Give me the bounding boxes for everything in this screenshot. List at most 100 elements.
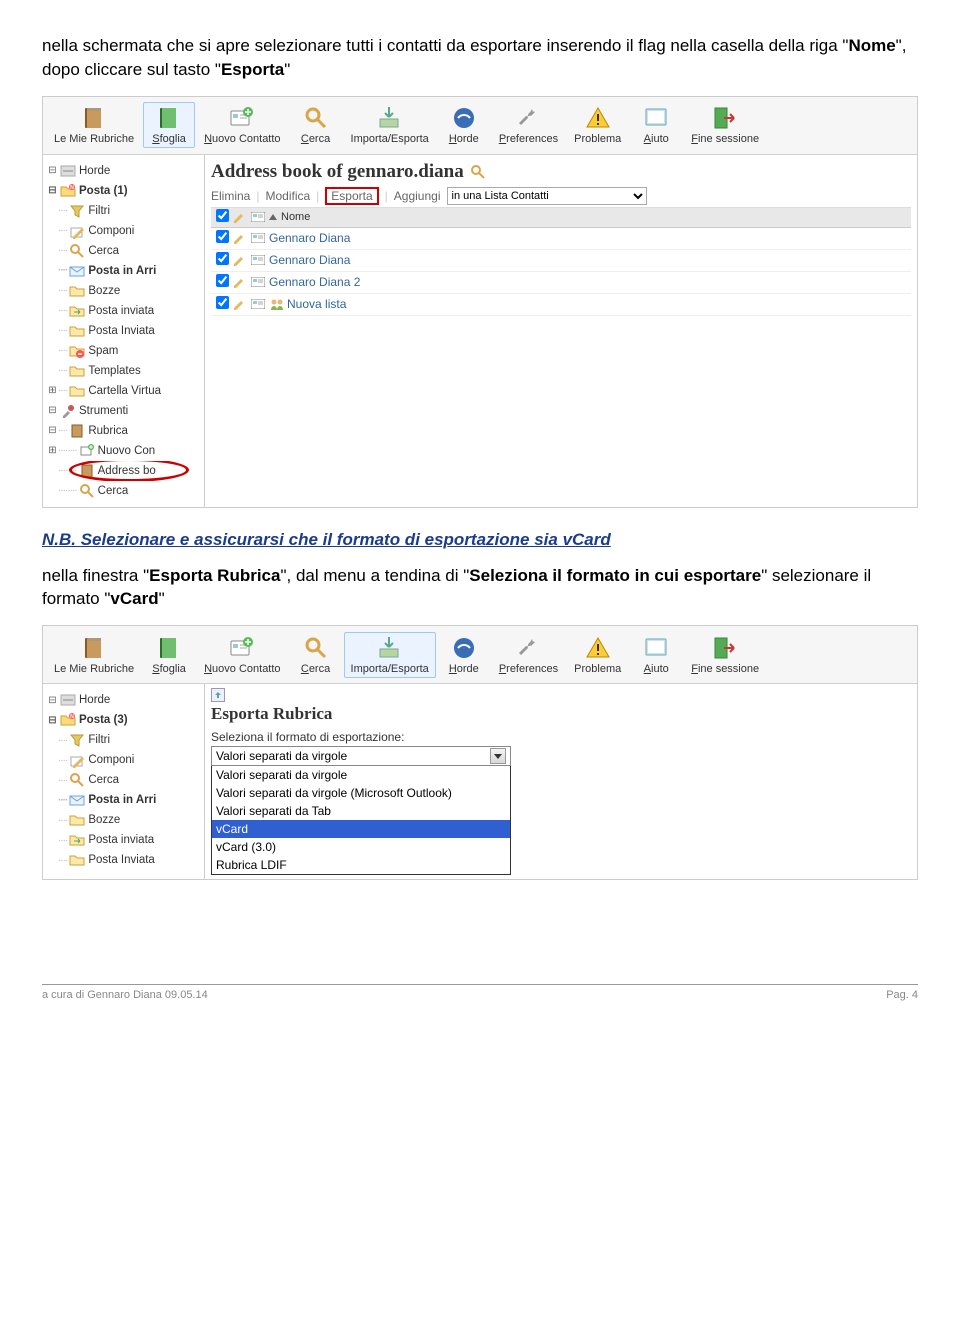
contact-name: Gennaro Diana xyxy=(269,231,350,245)
tree-item-posta-1-[interactable]: ⊟NPosta (1) xyxy=(45,181,204,201)
minus-icon[interactable]: ⊟ xyxy=(47,425,58,436)
magnifier-icon xyxy=(303,105,329,131)
horde-sm-icon xyxy=(60,163,76,179)
tree-spacer xyxy=(47,345,58,356)
collapse-icon[interactable] xyxy=(211,688,225,702)
plus-icon[interactable]: ⊞ xyxy=(47,385,58,396)
table-row[interactable]: Gennaro Diana 2 xyxy=(211,272,911,294)
edit-icon[interactable] xyxy=(233,254,251,266)
tree-item-posta-in-arri[interactable]: ····Posta in Arri xyxy=(45,790,204,810)
tree-item-posta-inviata[interactable]: ····Posta Inviata xyxy=(45,850,204,870)
toolbar-sfoglia[interactable]: Sfoglia xyxy=(143,102,195,148)
minus-icon[interactable]: ⊟ xyxy=(47,165,58,176)
horde-sm-icon xyxy=(60,692,76,708)
tree-item-filtri[interactable]: ····Filtri xyxy=(45,201,204,221)
toolbar-cerca[interactable]: Cerca xyxy=(290,632,342,678)
tree-item-cerca[interactable]: ········Cerca xyxy=(45,481,204,501)
exit-icon xyxy=(712,105,738,131)
tree-item-posta-inviata[interactable]: ····Posta inviata xyxy=(45,301,204,321)
folder-tree: ⊟Horde⊟NPosta (1) ····Filtri ····Componi… xyxy=(43,155,205,507)
toolbar-preferences[interactable]: Preferences xyxy=(492,102,565,148)
tree-item-templates[interactable]: ····Templates xyxy=(45,361,204,381)
table-row[interactable]: Gennaro Diana xyxy=(211,250,911,272)
table-row[interactable]: Gennaro Diana xyxy=(211,228,911,250)
vcard-icon[interactable] xyxy=(251,255,269,265)
toolbar-horde[interactable]: Horde xyxy=(438,632,490,678)
dropdown-button[interactable] xyxy=(490,748,506,764)
folder-icon xyxy=(69,283,85,299)
minus-icon[interactable]: ⊟ xyxy=(47,715,58,726)
delete-link[interactable]: Elimina xyxy=(211,189,250,203)
dropdown-option[interactable]: Rubrica LDIF xyxy=(212,856,510,874)
row-checkbox[interactable] xyxy=(216,296,229,309)
tree-item-posta-3-[interactable]: ⊟NPosta (3) xyxy=(45,710,204,730)
toolbar-aiuto[interactable]: Aiuto xyxy=(630,632,682,678)
tree-item-cerca[interactable]: ····Cerca xyxy=(45,241,204,261)
toolbar-aiuto[interactable]: Aiuto xyxy=(630,102,682,148)
tree-item-filtri[interactable]: ····Filtri xyxy=(45,730,204,750)
dropdown-option[interactable]: Valori separati da Tab xyxy=(212,802,510,820)
tree-item-componi[interactable]: ····Componi xyxy=(45,221,204,241)
toolbar-sfoglia[interactable]: Sfoglia xyxy=(143,632,195,678)
row-checkbox[interactable] xyxy=(216,252,229,265)
dropdown-option[interactable]: Valori separati da virgole xyxy=(212,766,510,784)
toolbar-nuovo-contatto[interactable]: Nuovo Contatto xyxy=(197,632,287,678)
name-column-label[interactable]: Nome xyxy=(281,211,310,223)
row-checkbox[interactable] xyxy=(216,274,229,287)
minus-icon[interactable]: ⊟ xyxy=(47,695,58,706)
edit-icon[interactable] xyxy=(233,276,251,288)
tree-item-posta-in-arri[interactable]: ····Posta in Arri xyxy=(45,261,204,281)
tree-item-posta-inviata[interactable]: ····Posta Inviata xyxy=(45,321,204,341)
toolbar-fine-sessione[interactable]: Fine sessione xyxy=(684,632,766,678)
toolbar-problema[interactable]: Problema xyxy=(567,102,628,148)
tree-item-cartella-virtua[interactable]: ⊞····Cartella Virtua xyxy=(45,381,204,401)
add-link[interactable]: Aggiungi xyxy=(394,189,441,203)
edit-link[interactable]: Modifica xyxy=(265,189,310,203)
contact-list-select[interactable]: in una Lista Contatti xyxy=(447,187,647,205)
tree-item-horde[interactable]: ⊟Horde xyxy=(45,690,204,710)
toolbar-le-mie-rubriche[interactable]: Le Mie Rubriche xyxy=(47,632,141,678)
tree-item-label: Filtri xyxy=(88,205,110,217)
tree-item-label: Cartella Virtua xyxy=(88,385,161,397)
tree-item-address-bo[interactable]: ········Address bo xyxy=(45,461,204,481)
toolbar-fine-sessione[interactable]: Fine sessione xyxy=(684,102,766,148)
minus-icon[interactable]: ⊟ xyxy=(47,405,58,416)
vcard-icon[interactable] xyxy=(251,277,269,287)
tree-item-bozze[interactable]: ····Bozze xyxy=(45,281,204,301)
toolbar-cerca[interactable]: Cerca xyxy=(290,102,342,148)
toolbar-horde[interactable]: Horde xyxy=(438,102,490,148)
screenshot-address-book: Le Mie RubricheSfogliaNuovo ContattoCerc… xyxy=(42,96,918,508)
toolbar-problema[interactable]: Problema xyxy=(567,632,628,678)
tree-item-rubrica[interactable]: ⊟····Rubrica xyxy=(45,421,204,441)
tree-item-nuovo-con[interactable]: ⊞········Nuovo Con xyxy=(45,441,204,461)
tree-item-spam[interactable]: ····Spam xyxy=(45,341,204,361)
export-link[interactable]: Esporta xyxy=(325,187,378,205)
minus-icon[interactable]: ⊟ xyxy=(47,185,58,196)
plus-icon[interactable]: ⊞ xyxy=(47,445,58,456)
tree-item-cerca[interactable]: ····Cerca xyxy=(45,770,204,790)
dropdown-option[interactable]: Valori separati da virgole (Microsoft Ou… xyxy=(212,784,510,802)
tree-item-horde[interactable]: ⊟Horde xyxy=(45,161,204,181)
export-format-dropdown[interactable]: Valori separati da virgole Valori separa… xyxy=(211,746,511,875)
toolbar-nuovo-contatto[interactable]: Nuovo Contatto xyxy=(197,102,287,148)
toolbar-preferences[interactable]: Preferences xyxy=(492,632,565,678)
row-checkbox[interactable] xyxy=(216,230,229,243)
tree-item-strumenti[interactable]: ⊟Strumenti xyxy=(45,401,204,421)
edit-icon[interactable] xyxy=(233,298,251,310)
edit-icon[interactable] xyxy=(233,232,251,244)
toolbar-le-mie-rubriche[interactable]: Le Mie Rubriche xyxy=(47,102,141,148)
tree-item-componi[interactable]: ····Componi xyxy=(45,750,204,770)
footer-credit: a cura di Gennaro Diana 09.05.14 xyxy=(42,989,208,1001)
vcard-icon[interactable] xyxy=(251,299,269,309)
toolbar-importa-esporta[interactable]: Importa/Esporta xyxy=(344,632,436,678)
select-all-checkbox[interactable] xyxy=(216,209,229,222)
tree-item-posta-inviata[interactable]: ····Posta inviata xyxy=(45,830,204,850)
tree-item-bozze[interactable]: ····Bozze xyxy=(45,810,204,830)
dropdown-option[interactable]: vCard (3.0) xyxy=(212,838,510,856)
dropdown-option[interactable]: vCard xyxy=(212,820,510,838)
vcard-icon[interactable] xyxy=(251,233,269,243)
toolbar-importa-esporta[interactable]: Importa/Esporta xyxy=(344,102,436,148)
tree-item-label: Bozze xyxy=(88,285,120,297)
tree-spacer xyxy=(47,815,58,826)
table-row[interactable]: Nuova lista xyxy=(211,294,911,316)
